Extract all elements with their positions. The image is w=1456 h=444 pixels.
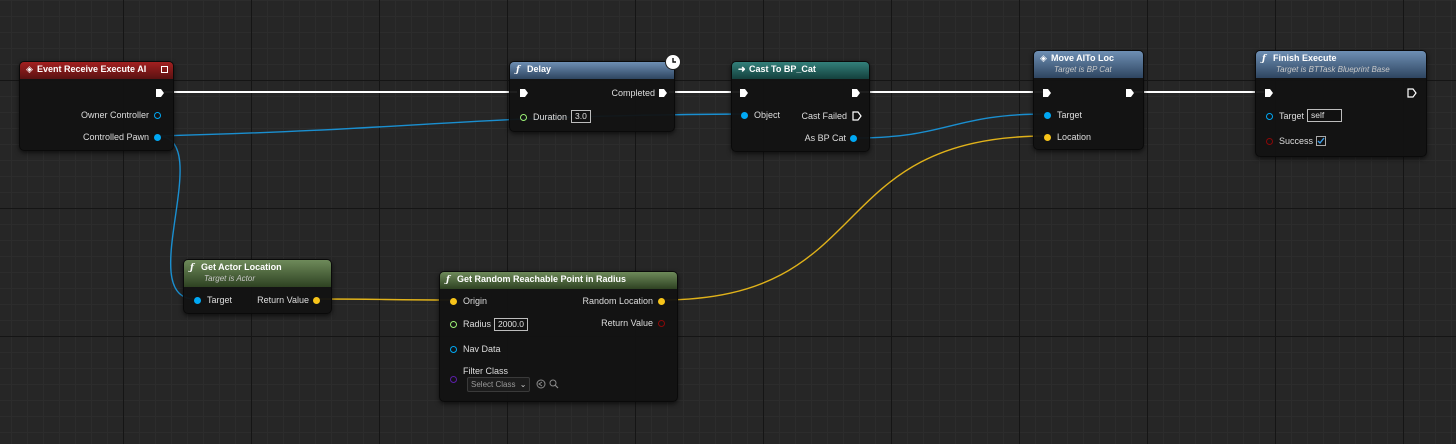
finish-node-header[interactable]: ƒ Finish Execute Target is BTTask Bluepri… [1256, 51, 1426, 78]
controlled-pawn-pin[interactable] [154, 134, 161, 141]
as-bp-cat-pin[interactable] [850, 135, 857, 142]
success-pin[interactable] [1266, 138, 1273, 145]
random-return-label: Return Value [601, 318, 653, 328]
finish-target-label: Target [1279, 111, 1305, 121]
event-node-title: Event Receive Execute AI [37, 64, 147, 74]
cast-icon: ➜ [738, 65, 746, 75]
event-receive-execute-ai-node[interactable]: ◈ Event Receive Execute AI Owner Controll… [19, 61, 174, 151]
filter-class-select-value: Select Class [471, 380, 516, 389]
filter-class-pin[interactable] [450, 376, 457, 383]
event-exec-out-pin[interactable] [155, 88, 165, 98]
event-node-header[interactable]: ◈ Event Receive Execute AI [20, 62, 173, 79]
move-node-header[interactable]: ◈ Move AITo Loc Target is BP Cat [1034, 51, 1143, 78]
as-bp-cat-label: As BP Cat [804, 133, 846, 143]
origin-pin[interactable] [450, 298, 457, 305]
cast-node-header[interactable]: ➜ Cast To BP_Cat [732, 62, 869, 79]
checkmark-icon [1317, 137, 1325, 145]
delay-node-title: Delay [527, 64, 552, 74]
random-node-header[interactable]: ƒ Get Random Reachable Point in Radius [440, 272, 677, 289]
event-icon: ◈ [1040, 54, 1047, 64]
success-checkbox[interactable] [1316, 136, 1326, 146]
nav-data-pin[interactable] [450, 346, 457, 353]
latent-clock-icon [665, 54, 681, 70]
delay-node[interactable]: ƒ Delay Completed Duration 3.0 [509, 61, 675, 132]
wire-getloc-origin [316, 298, 453, 301]
cast-object-label: Object [754, 110, 781, 120]
delay-exec-in-pin[interactable] [519, 88, 529, 98]
finish-execute-node[interactable]: ƒ Finish Execute Target is BTTask Bluepri… [1255, 50, 1427, 157]
wire-layer [158, 90, 1264, 301]
radius-pin[interactable] [450, 321, 457, 328]
getloc-node-header[interactable]: ƒ Get Actor Location Target is Actor [184, 260, 331, 287]
move-target-label: Target [1057, 110, 1083, 120]
duration-pin[interactable] [520, 114, 527, 121]
success-label: Success [1279, 136, 1314, 146]
move-node-title: Move AITo Loc [1051, 53, 1114, 63]
function-icon: ƒ [1262, 54, 1266, 64]
owner-controller-pin[interactable] [154, 112, 161, 119]
filter-class-label: Filter Class [463, 366, 509, 376]
get-actor-location-node[interactable]: ƒ Get Actor Location Target is Actor Targ… [183, 259, 332, 314]
cast-failed-exec-pin[interactable] [852, 111, 862, 121]
move-exec-in-pin[interactable] [1042, 88, 1052, 98]
cast-exec-in-pin[interactable] [739, 88, 749, 98]
nav-data-label: Nav Data [463, 344, 501, 354]
cast-to-bp-cat-node[interactable]: ➜ Cast To BP_Cat Object Cast Failed As BP… [731, 61, 870, 152]
random-location-pin[interactable] [658, 298, 665, 305]
wire-randloc-location [660, 135, 1048, 301]
random-return-pin[interactable] [658, 320, 665, 327]
cast-node-title: Cast To BP_Cat [749, 64, 816, 74]
event-icon: ◈ [26, 65, 33, 75]
getloc-target-label: Target [207, 295, 233, 305]
completed-label: Completed [611, 88, 655, 98]
use-selected-icon[interactable] [536, 379, 546, 389]
completed-exec-pin[interactable] [658, 88, 668, 98]
getloc-node-title: Get Actor Location [201, 262, 282, 272]
function-icon: ƒ [516, 65, 520, 75]
finish-node-title: Finish Execute [1273, 53, 1337, 63]
radius-label: Radius [463, 319, 492, 329]
getloc-node-subtitle: Target is Actor [204, 274, 255, 283]
get-random-reachable-point-node[interactable]: ƒ Get Random Reachable Point in Radius Or… [439, 271, 678, 402]
controlled-pawn-label: Controlled Pawn [82, 132, 149, 142]
getloc-return-pin[interactable] [313, 297, 320, 304]
finish-exec-out-pin[interactable] [1407, 88, 1417, 98]
duration-input[interactable]: 3.0 [571, 110, 591, 123]
chevron-down-icon: ⌄ [519, 380, 527, 389]
browse-search-icon[interactable] [549, 379, 559, 389]
delay-node-header[interactable]: ƒ Delay [510, 62, 674, 79]
cast-exec-out-pin[interactable] [851, 88, 861, 98]
move-target-pin[interactable] [1044, 112, 1051, 119]
move-location-pin[interactable] [1044, 134, 1051, 141]
owner-controller-label: Owner Controller [80, 110, 149, 120]
finish-exec-in-pin[interactable] [1264, 88, 1274, 98]
move-location-label: Location [1057, 132, 1092, 142]
getloc-return-label: Return Value [257, 295, 309, 305]
move-exec-out-pin[interactable] [1125, 88, 1135, 98]
getloc-target-pin[interactable] [194, 297, 201, 304]
finish-target-pin[interactable] [1266, 113, 1273, 120]
cast-object-pin[interactable] [741, 112, 748, 119]
random-location-label: Random Location [582, 296, 653, 306]
cast-failed-label: Cast Failed [801, 111, 847, 121]
random-node-title: Get Random Reachable Point in Radius [457, 274, 627, 284]
finish-node-subtitle: Target is BTTask Blueprint Base [1276, 65, 1390, 74]
wire-ascat-move-target [853, 113, 1048, 139]
function-icon: ƒ [446, 275, 450, 285]
duration-label: Duration [533, 112, 568, 122]
event-close-icon [161, 66, 168, 73]
move-ai-to-loc-node[interactable]: ◈ Move AITo Loc Target is BP Cat Target L… [1033, 50, 1144, 150]
move-node-subtitle: Target is BP Cat [1054, 65, 1112, 74]
function-icon: ƒ [190, 263, 194, 273]
filter-class-select[interactable]: Select Class ⌄ [467, 377, 531, 392]
origin-label: Origin [463, 296, 488, 306]
finish-target-input[interactable]: self [1307, 109, 1342, 122]
radius-input[interactable]: 2000.0 [494, 318, 528, 331]
